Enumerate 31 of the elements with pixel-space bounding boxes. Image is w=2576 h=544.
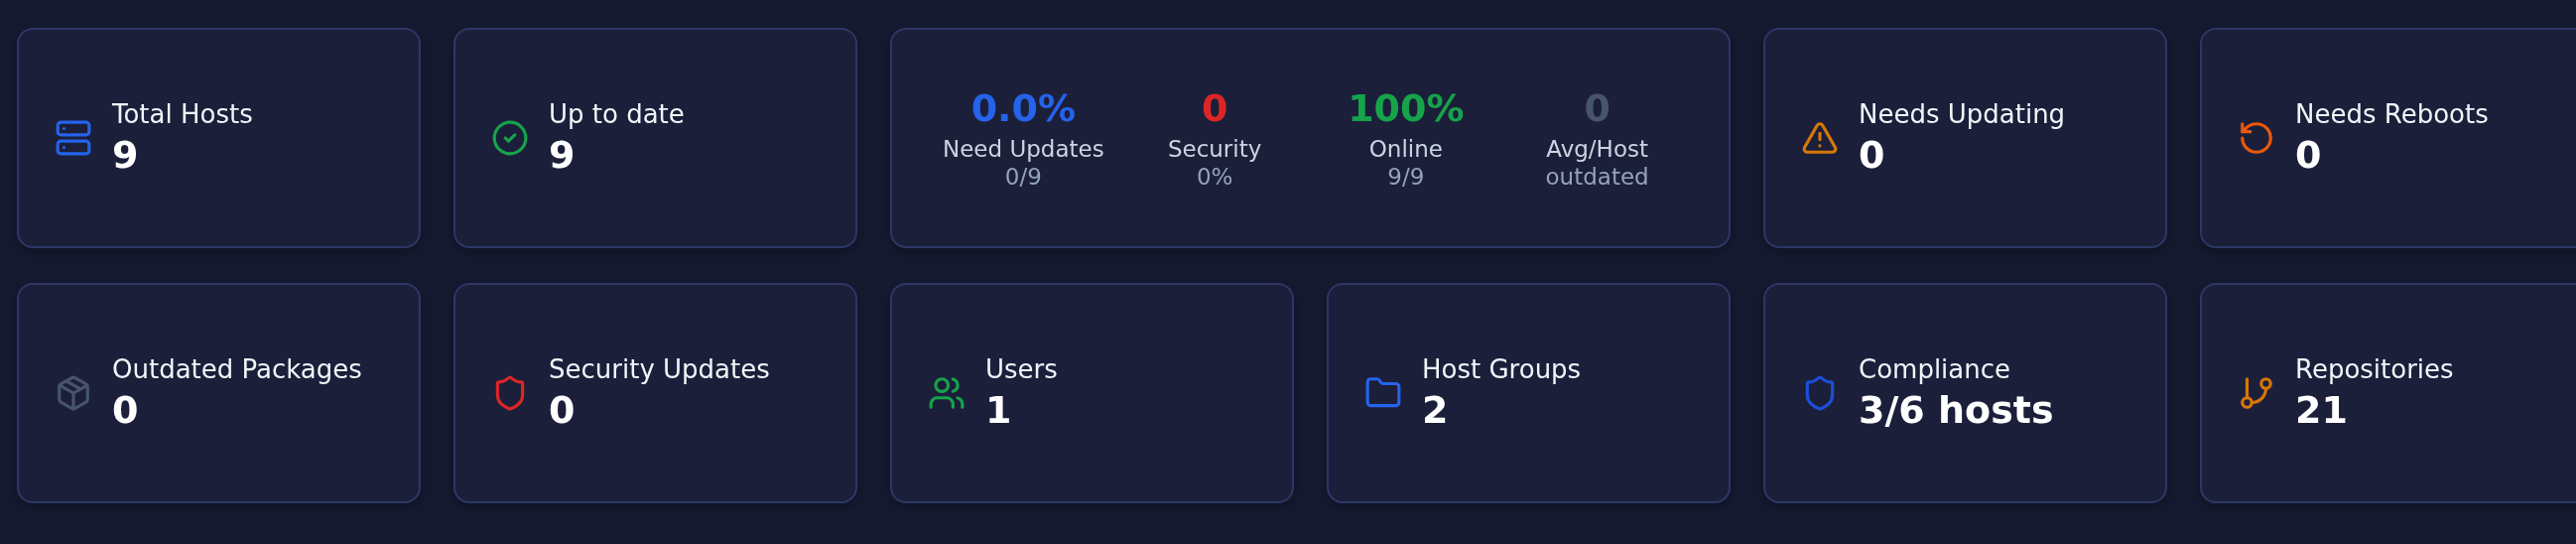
stat-title: Host Groups [1422,354,1582,384]
metric-value: 0.0% [970,86,1077,130]
stat-value: 0 [549,388,577,432]
stat-value: 0 [2295,133,2323,177]
stat-value: 3/6 hosts [1859,388,2054,432]
metric-value: 0 [1201,86,1228,130]
stat-value: 9 [112,133,140,177]
stat-title: Up to date [549,99,685,129]
stat-title: Needs Reboots [2295,99,2489,129]
metric-label: Online [1368,136,1443,162]
stat-title: Security Updates [549,354,770,384]
stat-value: 9 [549,133,577,177]
metric-label: Need Updates [943,136,1104,162]
metric-sub: 0/9 [1004,164,1042,190]
stat-title: Compliance [1859,354,2012,384]
stat-value: 0 [1859,133,1886,177]
stat-title: Total Hosts [112,99,253,129]
metric-sub: 9/9 [1387,164,1425,190]
stat-title: Repositories [2295,354,2454,384]
stat-value: 1 [985,388,1013,432]
stat-value: 0 [112,388,140,432]
stat-title: Outdated Packages [112,354,362,384]
metric-value: 100% [1348,86,1465,130]
stat-value: 21 [2295,388,2349,432]
metric-sub: outdated [1545,164,1649,190]
metric-label: Security [1167,136,1262,162]
stat-value: 2 [1422,388,1450,432]
metric-sub: 0% [1196,164,1233,190]
stat-title: Users [985,354,1058,384]
metric-label: Avg/Host [1546,136,1648,162]
stat-title: Needs Updating [1859,99,2066,129]
